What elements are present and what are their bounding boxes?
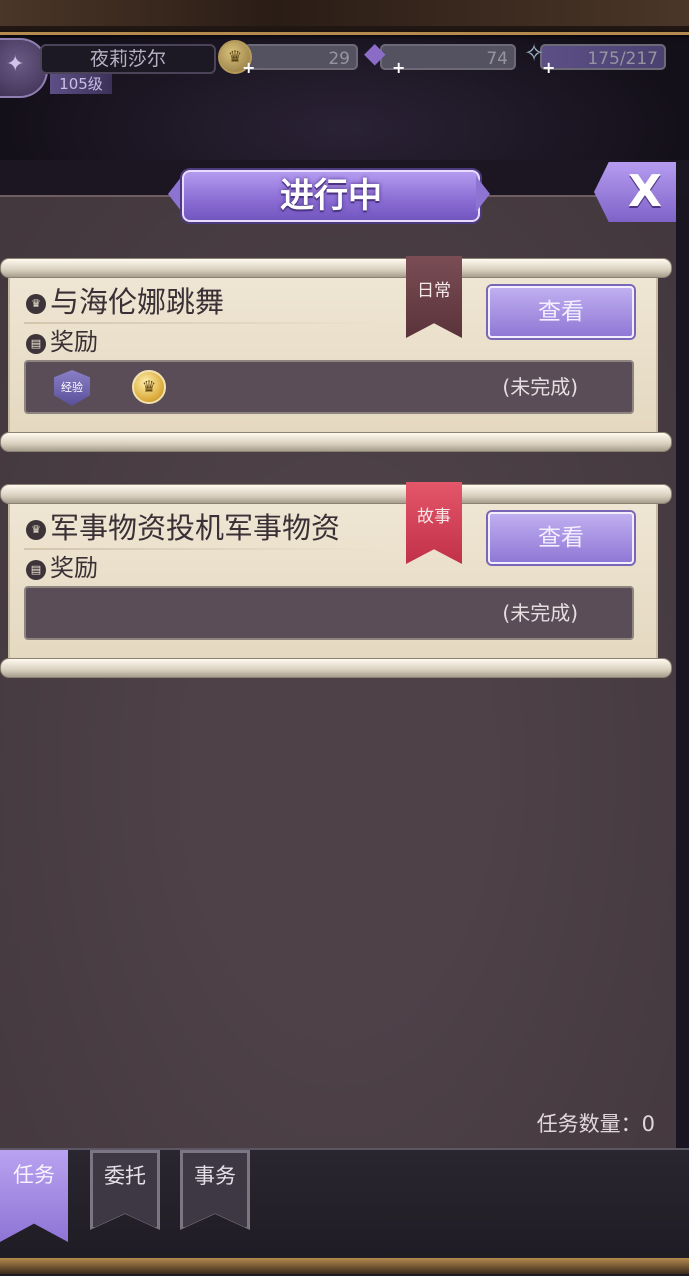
quest-title-divider — [24, 322, 384, 324]
scroll-rod-top — [0, 484, 672, 504]
view-button[interactable]: 查看 — [488, 286, 634, 338]
scroll-rod-bottom — [0, 658, 672, 678]
reward-label: 奖励 — [50, 328, 98, 356]
banner-left-cap — [168, 176, 182, 212]
quest-title-divider — [24, 548, 384, 550]
crown-bullet-icon: ♛ — [26, 294, 46, 314]
gold-reward-icon[interactable]: ♛ — [132, 370, 166, 404]
gold-counter: 29 — [244, 44, 358, 70]
diamond-icon: ◆ — [364, 36, 386, 69]
reward-bullet-icon: ▤ — [26, 560, 46, 580]
energy-value: 175/217 — [587, 49, 658, 69]
panel-title: 进行中 — [280, 176, 382, 216]
player-name: 夜莉莎尔 — [40, 44, 216, 74]
exp-reward-icon[interactable]: 经验 — [54, 370, 90, 406]
add-gems-button[interactable]: + — [392, 58, 405, 77]
quest-card: ♛ 与海伦娜跳舞 ▤ 奖励 日常 查看 经验 ♛ (未完成) — [0, 256, 672, 452]
energy-counter: 175/217 — [540, 44, 666, 70]
quest-status: (未完成) — [502, 601, 578, 625]
quest-title: 军事物资投机军事物资 — [50, 511, 341, 545]
gold-value: 29 — [328, 49, 350, 69]
quest-status: (未完成) — [502, 375, 578, 399]
close-icon[interactable]: X — [620, 164, 670, 220]
panel-edge — [676, 195, 689, 1150]
quest-card: ♛ 军事物资投机军事物资 ▤ 奖励 故事 查看 (未完成) — [0, 482, 672, 678]
scroll-rod-top — [0, 258, 672, 278]
top-frame-ornament — [0, 0, 689, 26]
player-level: 105级 — [50, 74, 112, 94]
quest-title: 与海伦娜跳舞 — [50, 285, 225, 319]
crown-bullet-icon: ♛ — [26, 520, 46, 540]
add-energy-button[interactable]: + — [542, 58, 555, 77]
top-frame — [0, 0, 689, 35]
reward-bar: 经验 ♛ (未完成) — [24, 360, 634, 414]
bottom-frame — [0, 1258, 689, 1274]
view-button[interactable]: 查看 — [488, 512, 634, 564]
panel-title-banner: 进行中 — [168, 166, 490, 222]
reward-label: 奖励 — [50, 554, 98, 582]
scroll-rod-bottom — [0, 432, 672, 452]
add-gold-button[interactable]: + — [242, 58, 255, 77]
gems-value: 74 — [486, 49, 508, 69]
reward-bullet-icon: ▤ — [26, 334, 46, 354]
reward-bar: (未完成) — [24, 586, 634, 640]
quest-count: 任务数量：0 — [536, 1112, 655, 1136]
avatar-star-icon: ✦ — [6, 52, 25, 77]
